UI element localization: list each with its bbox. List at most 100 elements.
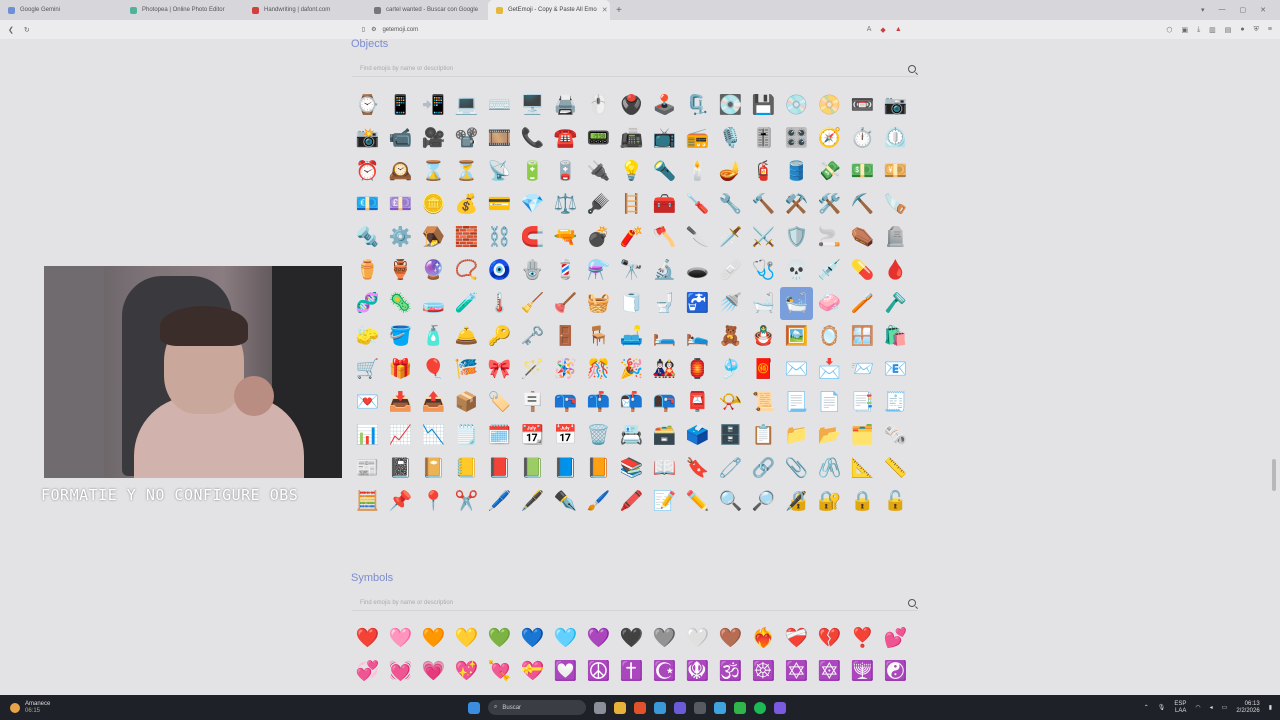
emoji-item[interactable]: 🩸 xyxy=(879,254,912,287)
emoji-item[interactable]: 🖇️ xyxy=(813,452,846,485)
emoji-item[interactable]: 📠 xyxy=(615,122,648,155)
emoji-item[interactable]: 🕯️ xyxy=(681,155,714,188)
emoji-item[interactable]: 📼 xyxy=(846,89,879,122)
emoji-item[interactable]: 🎙️ xyxy=(714,122,747,155)
emoji-item[interactable]: 🪬 xyxy=(516,254,549,287)
emoji-item[interactable]: 🪒 xyxy=(879,287,912,320)
page-scrollbar[interactable] xyxy=(1272,459,1276,491)
emoji-item[interactable]: 🦠 xyxy=(384,287,417,320)
emoji-item[interactable]: 🪯 xyxy=(681,655,714,688)
back-icon[interactable]: ❮ xyxy=(8,26,14,34)
emoji-item[interactable]: 💽 xyxy=(714,89,747,122)
translate-icon[interactable]: A xyxy=(867,26,872,34)
emoji-item[interactable]: 🧱 xyxy=(450,221,483,254)
emoji-item[interactable]: 🗑️ xyxy=(582,419,615,452)
emoji-item[interactable]: 🕰️ xyxy=(384,155,417,188)
emoji-item[interactable]: 🏷️ xyxy=(483,386,516,419)
emoji-item[interactable]: 🎈 xyxy=(417,353,450,386)
emoji-item[interactable]: 🖱️ xyxy=(582,89,615,122)
emoji-item[interactable]: 🔦 xyxy=(648,155,681,188)
emoji-item[interactable]: 🪦 xyxy=(879,221,912,254)
emoji-item[interactable]: 🛡️ xyxy=(780,221,813,254)
emoji-item[interactable]: 🩺 xyxy=(747,254,780,287)
emoji-item[interactable]: 📐 xyxy=(846,452,879,485)
emoji-item[interactable]: 🔨 xyxy=(747,188,780,221)
emoji-item[interactable]: 💊 xyxy=(846,254,879,287)
emoji-item[interactable]: ✉️ xyxy=(780,353,813,386)
emoji-item[interactable]: 🪙 xyxy=(417,188,450,221)
emoji-item[interactable]: 💖 xyxy=(450,655,483,688)
emoji-item[interactable]: 🎐 xyxy=(714,353,747,386)
browser-tab[interactable]: cartel wanted - Buscar con Google xyxy=(366,0,488,20)
emoji-item[interactable]: 🤍 xyxy=(681,622,714,655)
emoji-item[interactable]: 🗄️ xyxy=(714,419,747,452)
symbols-search-input[interactable]: Find emojis by name or description xyxy=(352,595,918,611)
emoji-item[interactable]: ⌚ xyxy=(351,89,384,122)
emoji-item[interactable]: ⚒️ xyxy=(780,188,813,221)
emoji-item[interactable]: 📁 xyxy=(780,419,813,452)
emoji-item[interactable]: 🔖 xyxy=(681,452,714,485)
emoji-item[interactable]: 🚽 xyxy=(648,287,681,320)
emoji-item[interactable]: 💶 xyxy=(351,188,384,221)
emoji-item[interactable]: 📥 xyxy=(384,386,417,419)
windows-start-icon[interactable] xyxy=(468,701,480,714)
emoji-item[interactable]: 🗓️ xyxy=(483,419,516,452)
emoji-item[interactable]: 🎀 xyxy=(483,353,516,386)
emoji-item[interactable]: 🪄 xyxy=(516,353,549,386)
emoji-item[interactable]: 📷 xyxy=(879,89,912,122)
emoji-item[interactable]: 💵 xyxy=(846,155,879,188)
capcut-icon[interactable] xyxy=(694,701,706,714)
emoji-item[interactable]: 📦 xyxy=(450,386,483,419)
emoji-item[interactable]: 🖼️ xyxy=(780,320,813,353)
emoji-item[interactable]: 📺 xyxy=(648,122,681,155)
emoji-item[interactable]: 🧬 xyxy=(351,287,384,320)
emoji-item[interactable]: 🛋️ xyxy=(615,320,648,353)
emoji-item[interactable]: 📃 xyxy=(780,386,813,419)
emoji-item[interactable]: 🎊 xyxy=(582,353,615,386)
emoji-item[interactable]: 🗒️ xyxy=(450,419,483,452)
emoji-item[interactable]: 📆 xyxy=(516,419,549,452)
emoji-item[interactable]: 💛 xyxy=(450,622,483,655)
close-window-icon[interactable]: ✕ xyxy=(1260,6,1266,14)
emoji-item[interactable]: 💿 xyxy=(780,89,813,122)
emoji-item[interactable]: 🪓 xyxy=(648,221,681,254)
emoji-item[interactable]: 🪑 xyxy=(582,320,615,353)
profile-icon[interactable]: ● xyxy=(1240,26,1244,34)
emoji-item[interactable]: ⚙️ xyxy=(384,221,417,254)
emoji-item[interactable]: 🗝️ xyxy=(516,320,549,353)
new-tab-button[interactable]: + xyxy=(610,5,628,16)
emoji-item[interactable]: 🪮 xyxy=(582,188,615,221)
brave-browser-icon[interactable] xyxy=(634,701,646,714)
extensions-icon[interactable]: ⬡ xyxy=(1166,26,1172,34)
emoji-item[interactable]: ⌨️ xyxy=(483,89,516,122)
emoji-item[interactable]: 🪅 xyxy=(549,353,582,386)
emoji-item[interactable]: 🔗 xyxy=(747,452,780,485)
emoji-item[interactable]: 💀 xyxy=(780,254,813,287)
emoji-item[interactable]: 💞 xyxy=(351,655,384,688)
emoji-item[interactable]: ☎️ xyxy=(549,122,582,155)
discord-icon[interactable] xyxy=(774,701,786,714)
emoji-item[interactable]: 📓 xyxy=(384,452,417,485)
emoji-item[interactable]: 💟 xyxy=(549,655,582,688)
emoji-item[interactable]: 🖨️ xyxy=(549,89,582,122)
emoji-item[interactable]: 📉 xyxy=(417,419,450,452)
emoji-item[interactable]: 📒 xyxy=(450,452,483,485)
emoji-item[interactable]: 📪 xyxy=(549,386,582,419)
language-indicator[interactable]: ESP LAA xyxy=(1174,701,1186,715)
emoji-item[interactable]: 🖌️ xyxy=(582,485,615,518)
emoji-item[interactable]: ❤️ xyxy=(351,622,384,655)
search-icon[interactable] xyxy=(908,598,916,607)
address-bar[interactable]: ▯ ⚙ getemoji.com A ◆ ▲ xyxy=(362,23,902,37)
emoji-item[interactable]: 💗 xyxy=(417,655,450,688)
emoji-item[interactable]: ☮️ xyxy=(582,655,615,688)
emoji-item[interactable]: 🪤 xyxy=(417,221,450,254)
emoji-item[interactable]: 🧧 xyxy=(747,353,780,386)
emoji-item[interactable]: 📟 xyxy=(582,122,615,155)
sidebar-icon[interactable]: ▥ xyxy=(1209,26,1216,34)
emoji-item[interactable]: 🧻 xyxy=(615,287,648,320)
emoji-item[interactable]: 🔍 xyxy=(714,485,747,518)
emoji-item[interactable]: 🪛 xyxy=(681,188,714,221)
emoji-item[interactable]: 🪠 xyxy=(549,287,582,320)
emoji-item[interactable]: 🪔 xyxy=(714,155,747,188)
emoji-item[interactable]: 📬 xyxy=(615,386,648,419)
